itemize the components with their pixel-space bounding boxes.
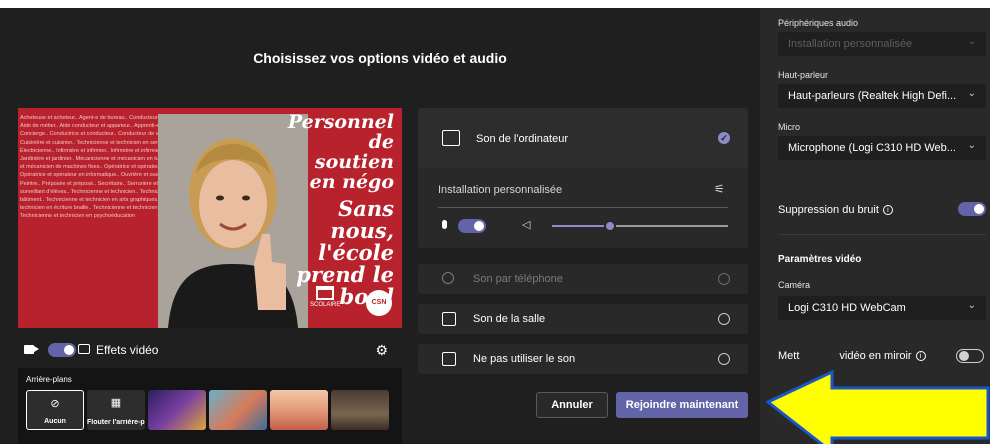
school-logo: SCOLAIRE [310, 286, 340, 320]
join-now-button[interactable]: Rejoindre maintenant [616, 392, 748, 418]
volume-knob[interactable] [604, 220, 617, 232]
phone-radio[interactable] [718, 273, 730, 285]
mirror-label-start: Mett [778, 350, 800, 362]
gear-icon[interactable]: ⚙ [375, 342, 388, 359]
effects-icon [78, 344, 90, 354]
background-thumb-1[interactable] [148, 390, 206, 430]
no-audio-label: Ne pas utiliser le son [473, 353, 576, 365]
camera-toggle[interactable] [48, 343, 76, 357]
school-building-icon [316, 286, 334, 300]
background-thumbnails: ⊘ Aucun ▦ Flouter l'arrière-plan [26, 390, 389, 430]
audio-device-select[interactable]: Installation personnalisée [438, 184, 562, 196]
background-thumb-4[interactable] [331, 390, 389, 430]
video-preview: Acheteuse et acheteur.. Agent-e de burea… [18, 108, 402, 328]
video-controls-bar: Effets vidéo ⚙ [18, 336, 402, 364]
room-audio-option[interactable]: Son de la salle [418, 304, 748, 334]
toggle-knob [974, 204, 984, 214]
speaker-value: Haut-parleurs (Realtek High Defi... [788, 90, 957, 102]
page-title: Choisissez vos options vidéo et audio [253, 50, 507, 66]
video-camera-icon [24, 345, 39, 354]
chevron-down-icon: ⌄ [967, 88, 976, 99]
mic-label: Micro [778, 122, 800, 132]
background-blur[interactable]: ▦ Flouter l'arrière-plan [87, 390, 145, 430]
speaker-select[interactable]: Haut-parleurs (Realtek High Defi... ⌄ [778, 84, 986, 108]
section-divider [778, 234, 986, 235]
no-background-icon: ⊘ [50, 398, 60, 410]
room-radio[interactable] [718, 313, 730, 325]
toggle-knob [64, 345, 74, 355]
info-icon[interactable]: i [882, 205, 893, 215]
mirror-video-row: Mett vidéo en miroir i [778, 350, 926, 362]
chevron-down-icon: ⌄ [967, 300, 976, 311]
background-thumb-2[interactable] [209, 390, 267, 430]
camera-select[interactable]: Logi C310 HD WebCam ⌄ [778, 296, 986, 320]
camera-label: Caméra [778, 280, 811, 290]
teams-prejoin-screen: Choisissez vos options vidéo et audio Ac… [0, 8, 990, 444]
room-audio-label: Son de la salle [473, 313, 546, 325]
audio-devices-select[interactable]: Installation personnalisée ⌄ [778, 32, 986, 56]
blur-icon: ▦ [110, 397, 122, 409]
no-audio-radio[interactable] [718, 353, 730, 365]
main-area: Choisissez vos options vidéo et audio Ac… [0, 8, 760, 444]
preview-slogan: Personnel de soutien en négo Sans nous, … [284, 112, 394, 308]
computer-audio-option[interactable]: Son de l'ordinateur ✓ Installation perso… [418, 108, 748, 248]
volume-fill [552, 225, 611, 227]
speaker-label: Haut-parleur [778, 70, 829, 80]
speaker-icon: ◁ [522, 219, 531, 231]
computer-audio-header [418, 108, 748, 168]
background-none-label: Aucun [44, 418, 66, 425]
csn-logo: CSN [366, 290, 392, 316]
background-blur-label: Flouter l'arrière-plan [87, 419, 145, 426]
audio-devices-value: Installation personnalisée [788, 38, 913, 50]
mic-select[interactable]: Microphone (Logi C310 HD Web... ⌄ [778, 136, 986, 160]
backgrounds-panel: Arrière-plans ⊘ Aucun ▦ Flouter l'arrièr… [18, 368, 402, 444]
cancel-button[interactable]: Annuler [536, 392, 608, 418]
microphone-icon [442, 220, 447, 229]
background-thumb-3[interactable] [270, 390, 328, 430]
video-settings-header: Paramètres vidéo [778, 254, 862, 265]
room-audio-icon [442, 312, 456, 326]
yellow-arrow-annotation [765, 370, 990, 444]
camera-value: Logi C310 HD WebCam [788, 302, 906, 314]
device-underline [438, 207, 728, 208]
volume-slider[interactable] [552, 220, 728, 232]
noise-suppression-toggle[interactable] [958, 202, 986, 216]
chevron-down-icon: ⌄ [967, 140, 976, 151]
school-logo-text: SCOLAIRE [310, 302, 341, 308]
mirror-label-end: vidéo en miroir [839, 350, 912, 362]
audio-devices-label: Périphériques audio [778, 18, 859, 28]
chevron-down-icon: ⌄ [967, 36, 976, 47]
no-audio-option[interactable]: Ne pas utiliser le son [418, 344, 748, 374]
info-icon[interactable]: i [915, 351, 926, 361]
phone-audio-label: Son par téléphone [473, 273, 563, 285]
backgrounds-label: Arrière-plans [26, 375, 72, 384]
noise-suppression-row: Suppression du bruit i [778, 204, 893, 216]
video-effects-button[interactable]: Effets vidéo [96, 343, 158, 357]
device-settings-icon[interactable]: ⚟ [714, 182, 728, 196]
checkmark-icon: ✓ [718, 132, 730, 144]
slogan-line-1: Personnel de soutien en négo [287, 111, 394, 193]
mirror-video-toggle[interactable] [956, 349, 984, 363]
computer-audio-label: Son de l'ordinateur [476, 133, 568, 145]
toggle-knob [959, 351, 969, 361]
phone-audio-option[interactable]: Son par téléphone [418, 264, 748, 294]
noise-suppression-label: Suppression du bruit [778, 204, 879, 216]
toggle-knob [474, 221, 484, 231]
mic-value: Microphone (Logi C310 HD Web... [788, 142, 956, 154]
no-audio-icon [442, 352, 456, 366]
background-none[interactable]: ⊘ Aucun [26, 390, 84, 430]
phone-icon [442, 272, 454, 284]
mic-toggle[interactable] [458, 219, 486, 233]
computer-audio-icon [442, 130, 460, 146]
